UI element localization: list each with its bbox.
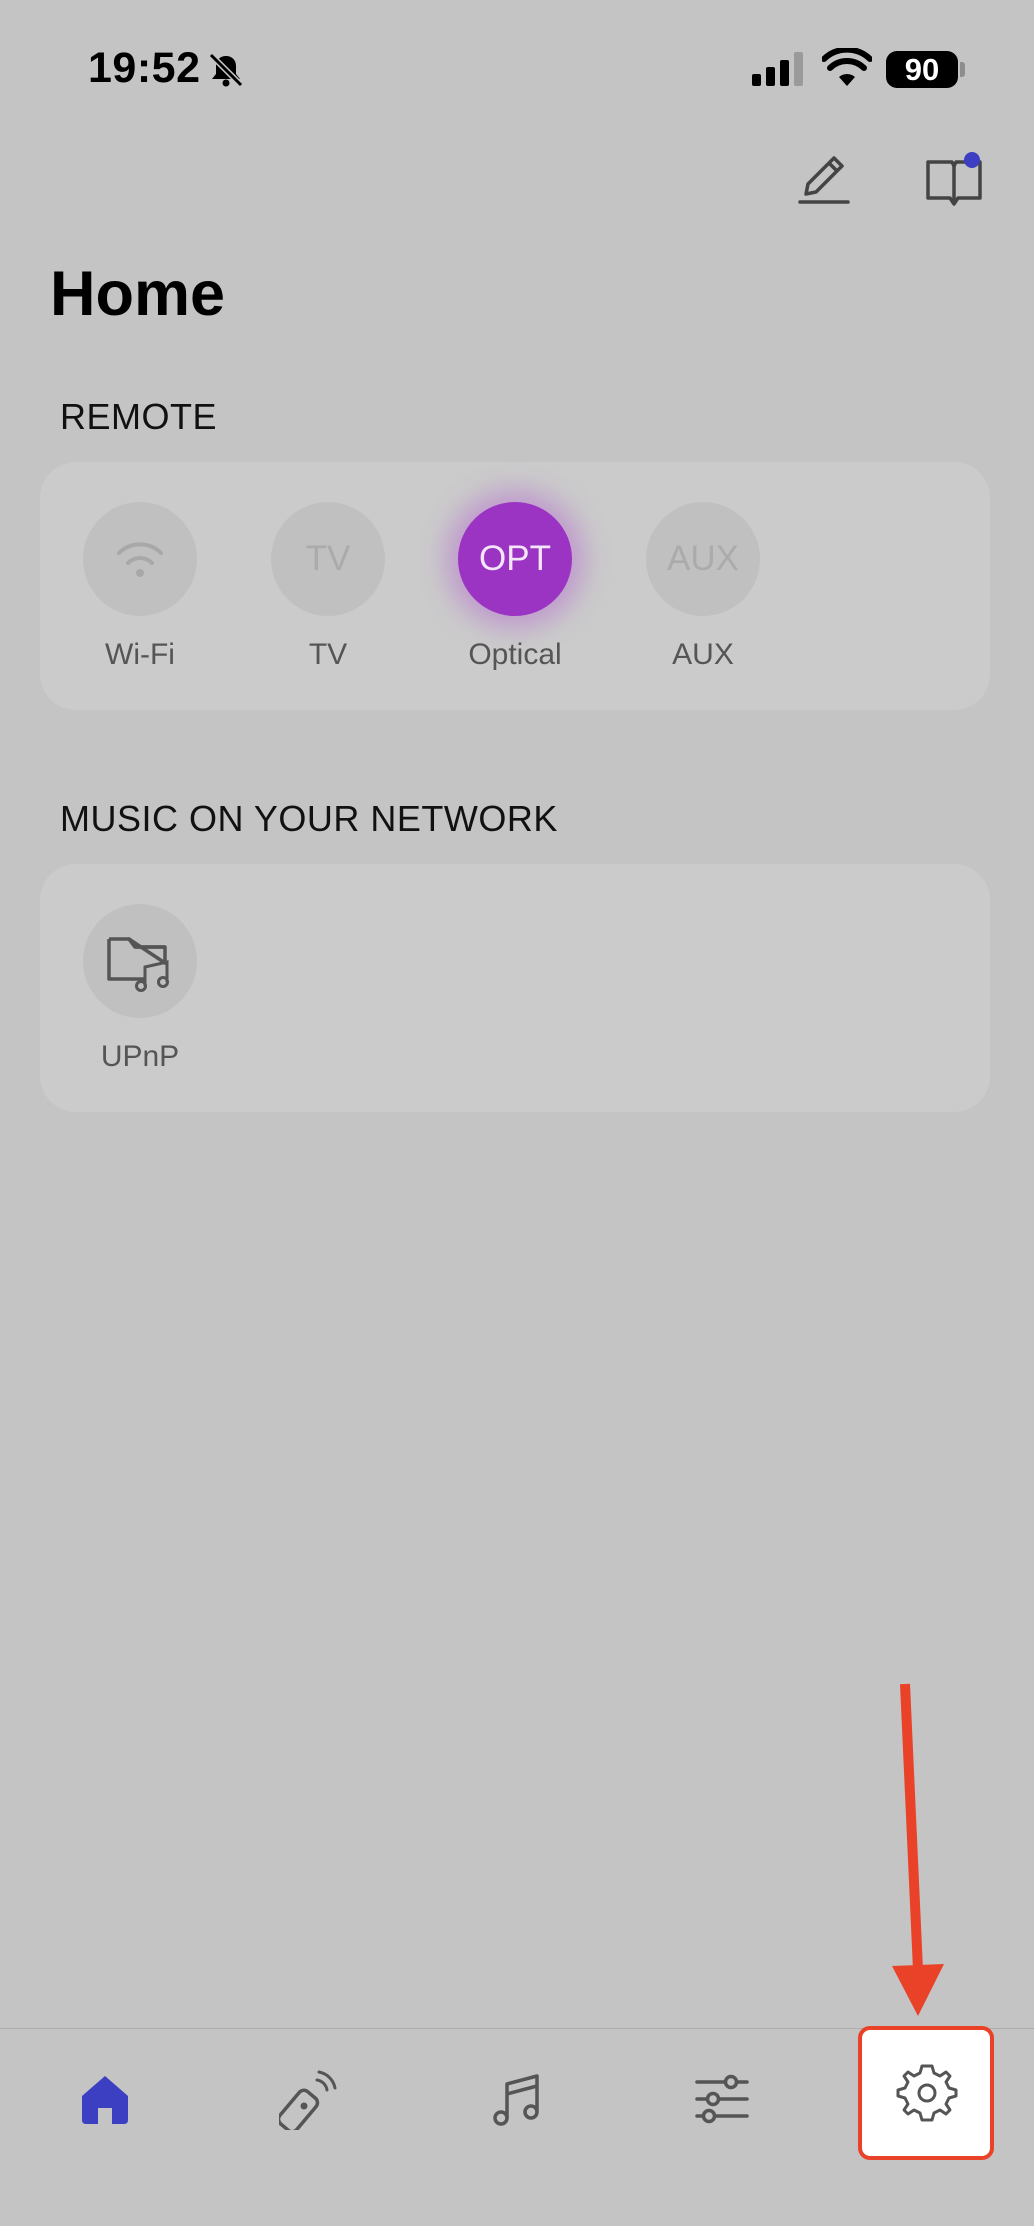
remote-icon bbox=[279, 2070, 337, 2130]
tab-remote[interactable] bbox=[270, 2059, 350, 2139]
sliders-icon bbox=[695, 2074, 749, 2124]
tab-home[interactable] bbox=[65, 2059, 145, 2139]
source-wifi-button[interactable] bbox=[83, 502, 197, 616]
source-label-wifi: Wi-Fi bbox=[105, 638, 175, 671]
notification-dot bbox=[964, 152, 980, 168]
remote-card: Wi-Fi TV TV OPT Optical AUX AUX bbox=[40, 462, 990, 710]
source-tv[interactable]: TV TV bbox=[253, 502, 403, 672]
source-aux[interactable]: AUX AUX bbox=[628, 502, 778, 672]
source-aux-button[interactable]: AUX bbox=[646, 502, 760, 616]
source-optical-button[interactable]: OPT bbox=[458, 502, 572, 616]
source-optical[interactable]: OPT Optical bbox=[440, 502, 590, 672]
battery-cap bbox=[960, 62, 965, 77]
battery-indicator: 90 bbox=[886, 51, 958, 88]
wifi-icon bbox=[117, 542, 163, 577]
source-upnp[interactable]: UPnP bbox=[65, 904, 215, 1074]
upnp-button[interactable] bbox=[83, 904, 197, 1018]
status-time: 19:52 bbox=[88, 44, 201, 92]
annotation-arrow bbox=[892, 1683, 944, 2016]
folder-music-icon bbox=[107, 937, 169, 992]
tab-music[interactable] bbox=[476, 2059, 556, 2139]
source-wifi[interactable]: Wi-Fi bbox=[65, 502, 215, 672]
cellular-signal-icon bbox=[752, 52, 803, 86]
music-section-title: MUSIC ON YOUR NETWORK bbox=[60, 798, 558, 839]
tab-equalizer[interactable] bbox=[682, 2059, 762, 2139]
remote-section-title: REMOTE bbox=[60, 396, 218, 437]
status-bar: 19:52 90 bbox=[0, 0, 1034, 140]
source-label-optical: Optical bbox=[468, 638, 562, 671]
wifi-status-icon bbox=[822, 48, 872, 86]
home-icon bbox=[82, 2076, 128, 2124]
source-label-tv: TV bbox=[308, 638, 348, 671]
page-title: Home bbox=[50, 259, 226, 329]
music-card: UPnP bbox=[40, 864, 990, 1112]
edit-icon[interactable] bbox=[796, 150, 852, 206]
bell-slash-icon bbox=[208, 52, 244, 88]
gear-icon[interactable] bbox=[894, 2060, 960, 2126]
source-tv-button[interactable]: TV bbox=[271, 502, 385, 616]
source-label-aux: AUX bbox=[672, 638, 734, 671]
source-label-upnp: UPnP bbox=[100, 1040, 180, 1073]
music-note-icon bbox=[493, 2074, 539, 2126]
